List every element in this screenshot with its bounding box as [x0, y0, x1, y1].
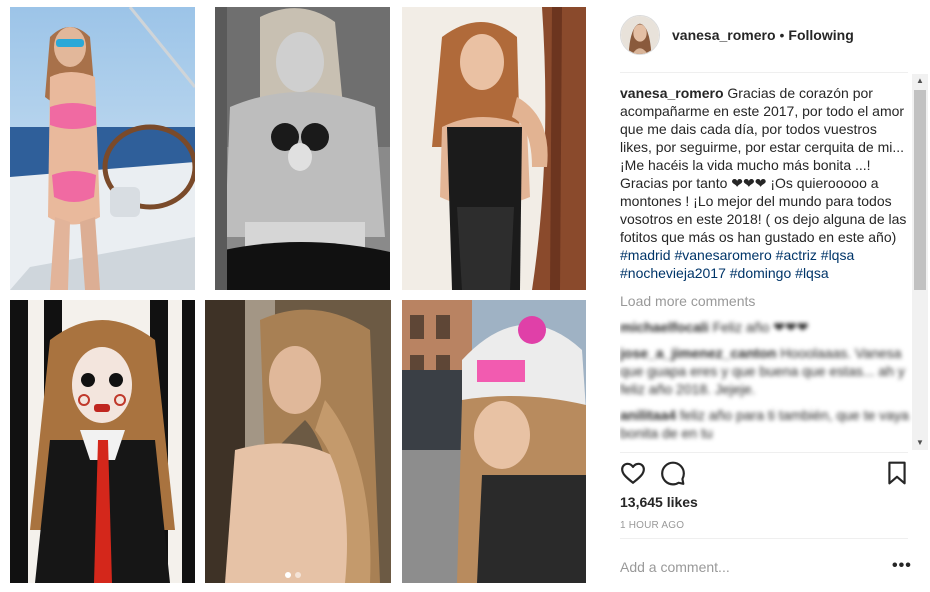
- photo-bare-back: [205, 300, 391, 583]
- bookmark-icon: [888, 461, 906, 485]
- scroll-up-arrow-icon[interactable]: ▲: [912, 74, 928, 88]
- photo-boat: [10, 7, 195, 290]
- hashtag-link[interactable]: #lqsa: [795, 265, 828, 281]
- add-comment-input[interactable]: [620, 556, 870, 578]
- comment-username[interactable]: anilitaa4: [620, 407, 676, 423]
- comment-item: jose_a_jimenez_canton Hooolaaas. Vanesa …: [620, 344, 912, 398]
- save-button[interactable]: [884, 460, 912, 488]
- hashtag-link[interactable]: #vanesaromero: [674, 247, 771, 263]
- load-more-comments-link[interactable]: Load more comments: [620, 292, 912, 310]
- photo-beanie-street: [402, 300, 586, 583]
- photo-curtain: [402, 7, 586, 290]
- speech-bubble-icon: [661, 461, 685, 486]
- post-actions-bar: [620, 460, 912, 488]
- post-details-panel: vanesa_romero • Following vanesa_romero …: [604, 0, 930, 592]
- post-header: vanesa_romero • Following: [620, 14, 920, 56]
- hashtag-link[interactable]: #madrid: [620, 247, 671, 263]
- caption-text: Gracias de corazón por acompañarme en es…: [620, 85, 907, 245]
- caption-username[interactable]: vanesa_romero: [620, 85, 724, 101]
- header-separator: •: [779, 27, 785, 43]
- following-button[interactable]: Following: [788, 27, 853, 43]
- add-comment-divider: [620, 538, 908, 539]
- comment-username[interactable]: michaelfocali: [620, 319, 709, 335]
- carousel-dots: [285, 572, 301, 578]
- avatar[interactable]: [620, 15, 660, 55]
- comment-text: Feliz año ❤❤❤: [712, 319, 809, 335]
- comment-username[interactable]: jose_a_jimenez_canton: [620, 345, 776, 361]
- hashtag-link[interactable]: #actriz: [776, 247, 817, 263]
- photo-bw-sweater: [215, 7, 390, 290]
- photo-collage[interactable]: [0, 0, 604, 592]
- comments-scrollbar[interactable]: ▲ ▼: [912, 74, 928, 450]
- comments-list: vanesa_romero Gracias de corazón por aco…: [620, 84, 912, 450]
- post-caption: vanesa_romero Gracias de corazón por aco…: [620, 84, 912, 282]
- header-divider: [620, 72, 908, 73]
- hashtag-link[interactable]: #domingo: [730, 265, 792, 281]
- comment-item: michaelfocali Feliz año ❤❤❤: [620, 318, 912, 336]
- scroll-down-arrow-icon[interactable]: ▼: [912, 436, 928, 450]
- photo-costume: [10, 300, 195, 583]
- hashtag-link[interactable]: #lqsa: [821, 247, 854, 263]
- header-username[interactable]: vanesa_romero: [672, 27, 776, 43]
- post-timestamp[interactable]: 1 HOUR AGO: [620, 520, 684, 531]
- ellipsis-icon[interactable]: •••: [892, 558, 912, 574]
- hashtag-link[interactable]: #nochevieja2017: [620, 265, 726, 281]
- heart-outline-icon: [621, 462, 645, 484]
- likes-count[interactable]: 13,645 likes: [620, 494, 698, 510]
- like-button[interactable]: [620, 460, 648, 488]
- comments-divider: [620, 452, 908, 453]
- carousel-dot-2[interactable]: [295, 572, 301, 578]
- scrollbar-thumb[interactable]: [914, 90, 926, 290]
- carousel-dot-1[interactable]: [285, 572, 291, 578]
- comment-button[interactable]: [660, 460, 688, 488]
- comment-item: anilitaa4 feliz año para ti también, que…: [620, 406, 912, 442]
